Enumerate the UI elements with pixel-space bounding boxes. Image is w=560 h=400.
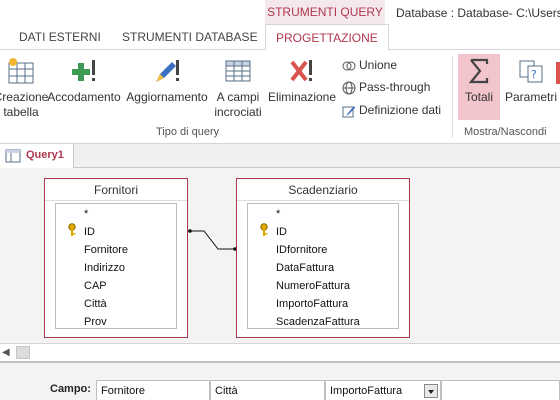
query-design-grid: Campo: Fornitore Città ImportoFattura: [0, 361, 560, 400]
append-button[interactable]: Accodamento: [44, 54, 124, 124]
union-button[interactable]: Unione: [342, 55, 397, 75]
scrollbar-thumb[interactable]: [16, 346, 30, 359]
ribbon: Creazione tabella Accodamento Aggiorname…: [0, 50, 560, 144]
field-numerofattura[interactable]: NumeroFattura: [276, 277, 350, 295]
table-fornitori[interactable]: Fornitori * ID Fornitore Indirizzo CAP C…: [44, 178, 188, 338]
field-cap[interactable]: CAP: [84, 277, 107, 295]
table-scadenziario-title: Scadenziario: [237, 179, 409, 201]
group-label-show-hide: Mostra/Nascondi: [464, 126, 547, 138]
pass-through-button[interactable]: Pass-through: [342, 77, 430, 97]
grid-field-cell[interactable]: Città: [210, 380, 325, 400]
update-button[interactable]: Aggiornamento: [124, 54, 210, 124]
tab-strumenti-database[interactable]: STRUMENTI DATABASE: [122, 24, 258, 50]
make-table-label-2: tabella: [3, 105, 39, 119]
grid-field-cell[interactable]: ImportoFattura: [325, 380, 441, 400]
field-citta[interactable]: Città: [84, 295, 107, 313]
union-label: Unione: [359, 58, 398, 72]
sigma-icon: [468, 58, 489, 84]
field-importofattura[interactable]: ImportoFattura: [276, 295, 348, 313]
chevron-down-icon[interactable]: [424, 384, 438, 398]
query-design-area: Fornitori * ID Fornitore Indirizzo CAP C…: [0, 168, 560, 343]
query1-tab-label: Query1: [26, 149, 64, 161]
key-icon: [68, 223, 76, 236]
ribbon-tab-bar: DATI ESTERNI STRUMENTI DATABASE PROGETTA…: [0, 24, 560, 51]
field-id[interactable]: ID: [84, 223, 95, 241]
delete-icon: [290, 60, 312, 82]
context-tab-query-tools: STRUMENTI QUERY: [265, 0, 385, 24]
field-all[interactable]: *: [276, 205, 280, 223]
delete-button[interactable]: Eliminazione: [266, 54, 338, 124]
table-scadenziario[interactable]: Scadenziario * ID IDfornitore DataFattur…: [236, 178, 410, 338]
totals-label: Totali: [464, 90, 493, 104]
query1-document-tab[interactable]: Query1: [0, 144, 74, 168]
crosstab-label-1: A campi: [216, 90, 260, 104]
append-label: Accodamento: [47, 90, 121, 104]
grid-row-label-campo: Campo:: [50, 383, 91, 395]
window-title: Database : Database- C:\Users\: [396, 6, 560, 20]
field-prov[interactable]: Prov: [84, 313, 107, 331]
grid-field-cell[interactable]: [441, 380, 560, 400]
parameters-button[interactable]: ? Parametri: [502, 54, 560, 124]
make-table-icon: [8, 58, 34, 84]
field-fornitore[interactable]: Fornitore: [84, 241, 128, 259]
field-indirizzo[interactable]: Indirizzo: [84, 259, 125, 277]
group-separator: [452, 56, 453, 138]
query-icon: [5, 149, 21, 163]
grid-field-cell[interactable]: Fornitore: [96, 380, 210, 400]
hidden-button-edge: [556, 62, 560, 84]
grid-field-cell-value: ImportoFattura: [330, 385, 403, 397]
table-scadenziario-field-list[interactable]: * ID IDfornitore DataFattura NumeroFattu…: [247, 203, 399, 329]
tab-progettazione[interactable]: PROGETTAZIONE: [265, 24, 389, 51]
tab-dati-esterni[interactable]: DATI ESTERNI: [19, 24, 101, 50]
parameters-label: Parametri: [504, 90, 557, 104]
update-label: Aggiornamento: [126, 90, 208, 104]
union-icon: [342, 61, 356, 71]
horizontal-scrollbar[interactable]: ◀: [0, 343, 560, 361]
group-label-query-type: Tipo di query: [156, 126, 220, 138]
totals-button[interactable]: Totali: [458, 54, 500, 124]
table-fornitori-title: Fornitori: [45, 179, 187, 201]
data-definition-label: Definizione dati: [359, 103, 442, 117]
field-idfornitore[interactable]: IDfornitore: [276, 241, 327, 259]
table-fornitori-field-list[interactable]: * ID Fornitore Indirizzo CAP Città Prov: [55, 203, 177, 329]
key-icon: [260, 223, 268, 236]
delete-label: Eliminazione: [267, 90, 337, 104]
field-datafattura[interactable]: DataFattura: [276, 259, 334, 277]
globe-icon: [342, 81, 356, 95]
field-all[interactable]: *: [84, 205, 88, 223]
field-scadenzafattura[interactable]: ScadenzaFattura: [276, 313, 360, 331]
crosstab-label-2: incrociati: [214, 105, 262, 119]
svg-text:?: ?: [531, 68, 537, 81]
make-table-label-1: Creazione: [0, 90, 49, 104]
scroll-left-arrow-icon[interactable]: ◀: [2, 346, 14, 360]
data-definition-icon: [342, 105, 355, 118]
append-icon: [72, 60, 95, 81]
field-id[interactable]: ID: [276, 223, 287, 241]
data-definition-button[interactable]: Definizione dati: [342, 100, 441, 120]
crosstab-icon: [225, 60, 251, 82]
parameters-icon: ?: [519, 60, 543, 83]
pass-through-label: Pass-through: [359, 80, 431, 94]
crosstab-button[interactable]: A campi incrociati: [210, 54, 266, 124]
update-icon: [156, 60, 179, 82]
document-tab-bar: Query1: [0, 144, 560, 168]
make-table-button[interactable]: Creazione tabella: [0, 54, 50, 124]
